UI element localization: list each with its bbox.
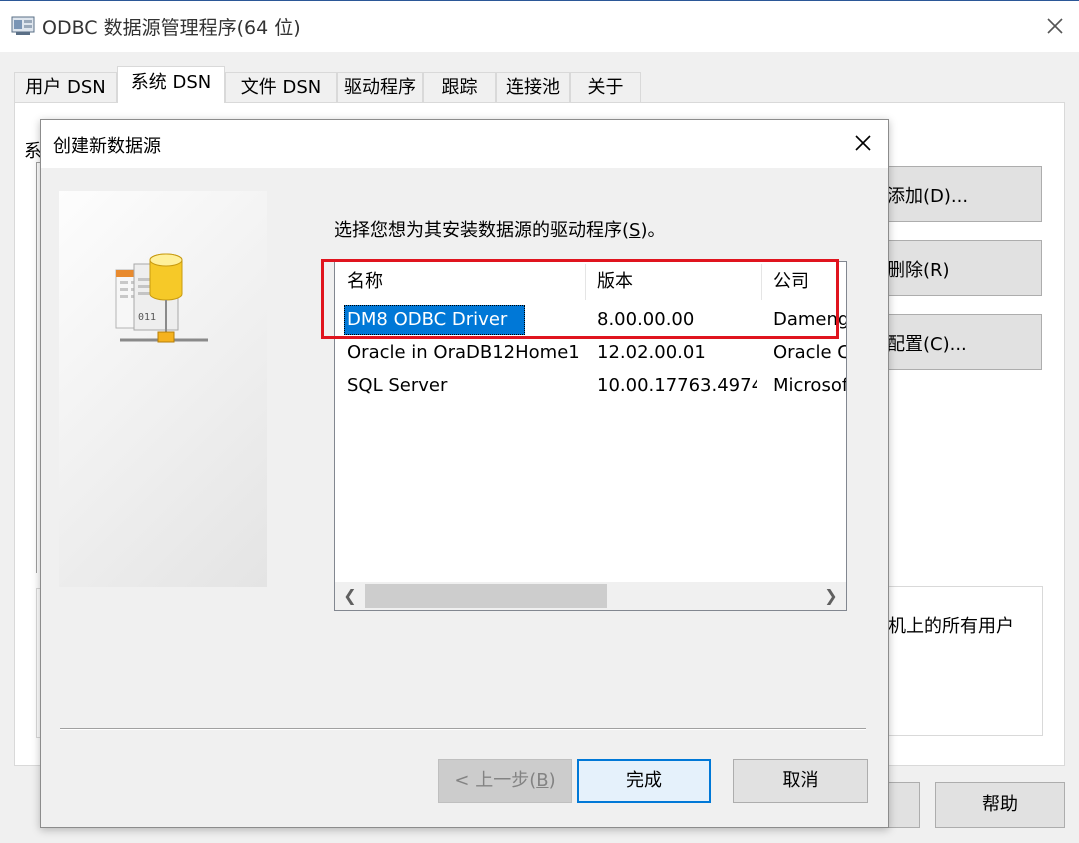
tab-user-dsn[interactable]: 用户 DSN bbox=[14, 72, 117, 102]
driver-company: Microsoft Corporation bbox=[773, 375, 846, 396]
tab-file-dsn[interactable]: 文件 DSN bbox=[225, 72, 337, 102]
table-row[interactable]: Oracle in OraDB12Home1 12.02.00.01 Oracl… bbox=[335, 336, 846, 369]
chevron-left-icon[interactable]: ❮ bbox=[338, 584, 362, 608]
help-button[interactable]: 帮助 bbox=[935, 782, 1065, 828]
back-button[interactable]: < 上一步(B) bbox=[438, 759, 572, 803]
driver-version: 10.00.17763.4974 bbox=[597, 375, 757, 396]
info-text: 机上的所有用户 bbox=[888, 616, 1014, 637]
database-network-icon: 011 bbox=[115, 253, 208, 343]
configure-button[interactable]: 配置(C)... bbox=[872, 314, 1042, 370]
driver-name: SQL Server bbox=[347, 375, 448, 396]
back-button-suffix: ) bbox=[548, 770, 556, 791]
add-button[interactable]: 添加(D)... bbox=[872, 166, 1042, 222]
driver-prompt-text: 选择您想为其安装数据源的驱动程序 bbox=[334, 220, 622, 241]
annotation-highlight-box bbox=[321, 259, 839, 339]
scrollbar-thumb[interactable] bbox=[365, 584, 607, 608]
dialog-title: 创建新数据源 bbox=[53, 136, 161, 157]
system-dsn-list-label: 系 bbox=[24, 141, 40, 162]
back-button-accelerator: B bbox=[536, 770, 549, 791]
driver-prompt-suffix: 。 bbox=[647, 220, 666, 241]
tab-tracing[interactable]: 跟踪 bbox=[423, 72, 496, 102]
dialog-divider bbox=[60, 728, 866, 730]
remove-button-label: 删除(R) bbox=[887, 260, 950, 281]
close-icon[interactable] bbox=[1038, 9, 1072, 43]
finish-button[interactable]: 完成 bbox=[577, 759, 711, 803]
tab-system-dsn[interactable]: 系统 DSN bbox=[117, 66, 225, 103]
dialog-title-bar bbox=[41, 120, 888, 168]
outer-window-title: ODBC 数据源管理程序(64 位) bbox=[42, 17, 301, 39]
tab-drivers[interactable]: 驱动程序 bbox=[337, 72, 423, 102]
remove-button[interactable]: 删除(R) bbox=[872, 240, 1042, 296]
driver-prompt-accelerator: S bbox=[629, 220, 641, 241]
tab-connection-pooling[interactable]: 连接池 bbox=[496, 72, 570, 102]
driver-company: Oracle Corporation bbox=[773, 342, 846, 363]
driver-prompt: 选择您想为其安装数据源的驱动程序(S)。 bbox=[334, 220, 666, 241]
cancel-button[interactable]: 取消 bbox=[733, 759, 868, 803]
info-panel bbox=[887, 586, 1043, 736]
svg-text:011: 011 bbox=[138, 312, 156, 323]
driver-name: Oracle in OraDB12Home1 bbox=[347, 342, 580, 363]
tab-about[interactable]: 关于 bbox=[570, 72, 641, 102]
add-button-label: 添加(D)... bbox=[887, 186, 969, 207]
back-button-prefix: < 上一步( bbox=[454, 770, 537, 791]
configure-button-label: 配置(C)... bbox=[887, 334, 967, 355]
driver-version: 12.02.00.01 bbox=[597, 342, 706, 363]
odbc-app-icon bbox=[11, 16, 35, 35]
table-row[interactable]: SQL Server 10.00.17763.4974 Microsoft Co… bbox=[335, 369, 846, 402]
close-icon[interactable] bbox=[848, 128, 878, 158]
chevron-right-icon[interactable]: ❯ bbox=[819, 584, 843, 608]
